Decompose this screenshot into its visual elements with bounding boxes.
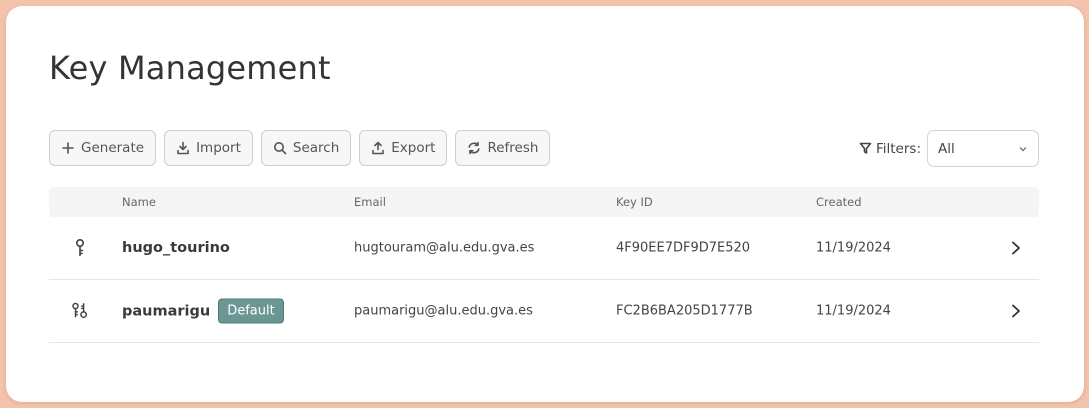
filters: Filters: All — [859, 130, 1039, 167]
export-button[interactable]: Export — [359, 130, 448, 166]
plus-icon — [62, 142, 74, 154]
key-pair-icon — [71, 301, 89, 321]
key-email: paumarigu@alu.edu.gva.es — [354, 303, 533, 319]
generate-button[interactable]: Generate — [49, 130, 157, 166]
default-badge: Default — [218, 298, 284, 324]
column-header-name: Name — [122, 195, 156, 209]
key-id: 4F90EE7DF9D7E520 — [616, 240, 751, 256]
filter-select[interactable]: All — [927, 130, 1039, 167]
table-row[interactable]: hugo_tourino hugtouram@alu.edu.gva.es 4F… — [49, 217, 1039, 280]
table-header: Name Email Key ID Created — [49, 187, 1039, 217]
key-name: paumarigu — [122, 303, 211, 319]
column-header-key-id: Key ID — [616, 195, 653, 209]
chevron-down-icon — [1019, 146, 1027, 151]
key-created: 11/19/2024 — [816, 303, 891, 319]
filter-select-value: All — [938, 140, 955, 157]
table-row[interactable]: paumarigu Default paumarigu@alu.edu.gva.… — [49, 280, 1039, 343]
toolbar: Generate Import Search Export Refresh — [49, 130, 551, 166]
key-created: 11/19/2024 — [816, 240, 891, 256]
refresh-icon — [468, 141, 481, 155]
search-icon — [273, 142, 287, 155]
key-name: hugo_tourino — [122, 240, 230, 256]
chevron-right-icon[interactable] — [1009, 240, 1023, 256]
import-label: Import — [196, 140, 241, 156]
key-id: FC2B6BA205D1777B — [616, 303, 753, 319]
column-header-created: Created — [816, 195, 862, 209]
import-icon — [177, 141, 189, 155]
chevron-right-icon[interactable] — [1009, 303, 1023, 319]
search-button[interactable]: Search — [260, 130, 352, 166]
column-header-email: Email — [354, 195, 386, 209]
filters-label-group: Filters: — [859, 141, 921, 157]
keys-table: Name Email Key ID Created hugo_tourino h… — [49, 187, 1039, 343]
export-icon — [372, 141, 385, 155]
export-label: Export — [391, 140, 436, 156]
search-label: Search — [292, 140, 340, 156]
key-name-cell: paumarigu Default — [122, 298, 284, 324]
import-button[interactable]: Import — [164, 130, 253, 166]
key-email: hugtouram@alu.edu.gva.es — [354, 240, 535, 256]
key-management-card: Key Management Generate Import Search Ex… — [6, 6, 1084, 402]
page-title: Key Management — [49, 49, 331, 87]
refresh-button[interactable]: Refresh — [455, 130, 551, 166]
filters-label: Filters: — [875, 140, 921, 157]
filter-icon — [859, 142, 872, 154]
key-icon — [71, 238, 89, 258]
refresh-label: Refresh — [487, 140, 539, 156]
key-name-cell: hugo_tourino — [122, 240, 230, 256]
generate-label: Generate — [81, 140, 145, 156]
